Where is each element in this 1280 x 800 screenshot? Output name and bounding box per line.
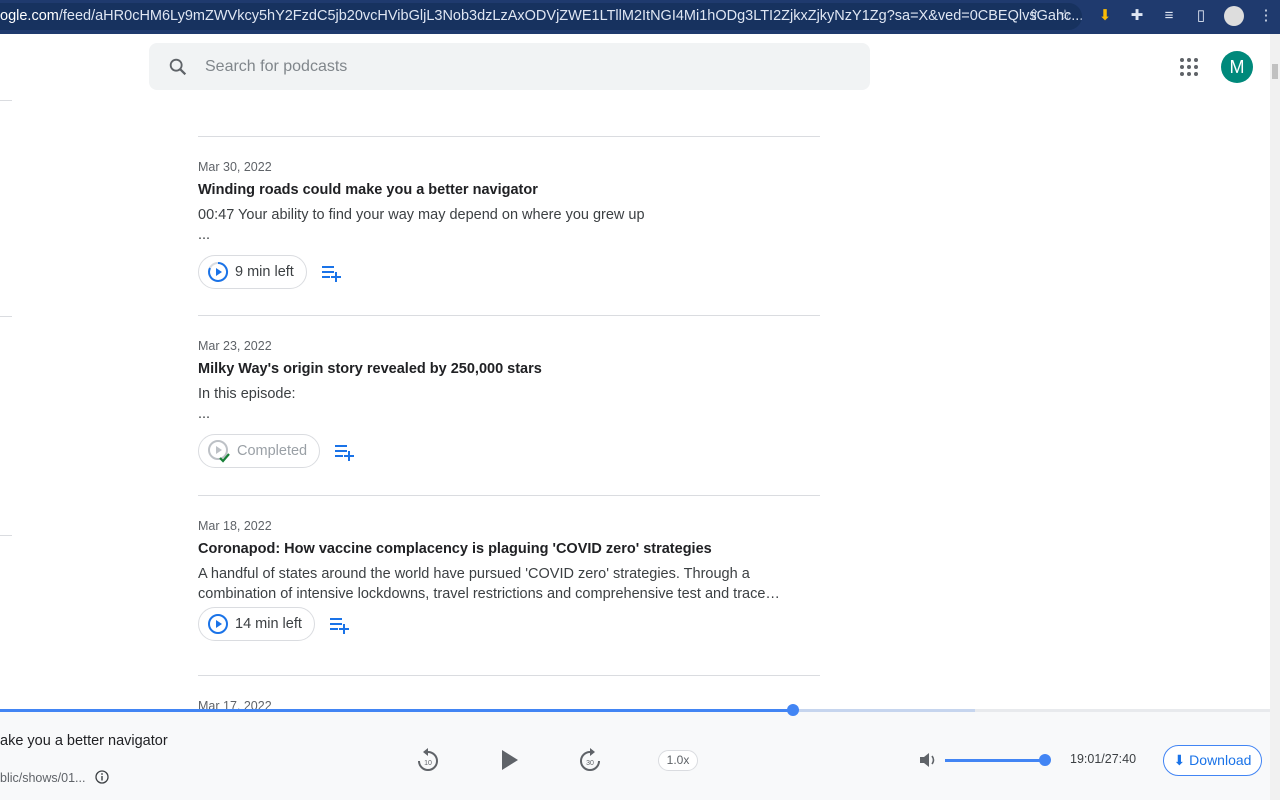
- player-title: ake you a better navigator: [0, 733, 168, 749]
- scrollbar[interactable]: [1270, 34, 1280, 800]
- divider: [198, 675, 820, 676]
- profile-icon[interactable]: [1224, 6, 1244, 26]
- episode-date: Mar 23, 2022: [198, 339, 272, 353]
- episode-title[interactable]: Winding roads could make you a better na…: [198, 182, 820, 202]
- divider: [0, 316, 12, 317]
- episode-date: Mar 30, 2022: [198, 160, 272, 174]
- status-label: 14 min left: [235, 616, 302, 632]
- download-button[interactable]: ⬇ Download: [1163, 745, 1262, 776]
- volume-handle[interactable]: [1039, 754, 1051, 766]
- play-episode-button[interactable]: Completed: [198, 434, 321, 468]
- download-label: Download: [1189, 752, 1252, 768]
- episode-title[interactable]: Milky Way's origin story revealed by 250…: [198, 361, 820, 381]
- apps-grid-icon[interactable]: [1178, 56, 1200, 78]
- menu-icon[interactable]: ⋮: [1256, 6, 1276, 26]
- divider: [0, 100, 12, 101]
- seek-played: [0, 709, 794, 712]
- player-subtitle-text: blic/shows/01...: [0, 771, 86, 785]
- media-icon[interactable]: ≡: [1159, 6, 1179, 26]
- play-progress-icon: [208, 614, 228, 634]
- address-bar[interactable]: ogle.com/feed/aHR0cHM6Ly9mZWVkcy5hY2FzdC…: [0, 3, 1082, 30]
- svg-text:10: 10: [424, 760, 432, 767]
- add-to-queue-icon[interactable]: [319, 260, 343, 284]
- completed-icon: [208, 440, 230, 463]
- url-domain: ogle.com: [0, 8, 59, 24]
- episode-more: ...: [198, 406, 211, 422]
- play-progress-icon: [208, 261, 229, 282]
- player-subtitle: blic/shows/01...: [0, 770, 109, 785]
- divider: [198, 136, 820, 137]
- play-icon[interactable]: [500, 749, 520, 771]
- forward-30-icon[interactable]: 30: [578, 747, 602, 773]
- playback-speed-button[interactable]: 1.0x: [658, 750, 698, 771]
- episode-item[interactable]: Mar 23, 2022 Milky Way's origin story re…: [198, 339, 820, 468]
- add-to-queue-icon[interactable]: [332, 439, 356, 463]
- status-label: 9 min left: [235, 264, 294, 280]
- status-label: Completed: [237, 443, 308, 459]
- url-path: /feed/aHR0cHM6Ly9mZWVkcy5hY2FzdC5jb20vcH…: [58, 8, 1082, 24]
- episode-description: A handful of states around the world hav…: [198, 566, 780, 602]
- rewind-10-icon[interactable]: 10: [416, 747, 440, 773]
- download-extension-icon[interactable]: ⬇: [1095, 6, 1115, 26]
- avatar[interactable]: M: [1221, 51, 1253, 83]
- episode-description: 00:47 Your ability to find your way may …: [198, 207, 645, 223]
- volume-icon[interactable]: [918, 751, 938, 769]
- search-input[interactable]: [205, 43, 805, 90]
- download-icon: ⬇: [1173, 752, 1186, 768]
- episode-title[interactable]: Coronapod: How vaccine complacency is pl…: [198, 541, 820, 561]
- divider: [0, 535, 12, 536]
- search-icon[interactable]: [167, 56, 189, 78]
- search-bar: [149, 43, 870, 90]
- svg-text:30: 30: [586, 760, 594, 767]
- browser-toolbar: ogle.com/feed/aHR0cHM6Ly9mZWVkcy5hY2FzdC…: [0, 0, 1280, 34]
- divider: [198, 495, 820, 496]
- share-icon[interactable]: ⇪: [1024, 6, 1044, 26]
- play-episode-button[interactable]: 9 min left: [198, 255, 307, 289]
- playback-time: 19:01/27:40: [1070, 752, 1137, 766]
- star-icon[interactable]: ☆: [1055, 6, 1075, 26]
- episode-date: Mar 18, 2022: [198, 519, 272, 533]
- scrollbar-thumb[interactable]: [1272, 64, 1278, 79]
- episode-item[interactable]: Mar 18, 2022 Coronapod: How vaccine comp…: [198, 519, 820, 641]
- extensions-icon[interactable]: ✚: [1127, 6, 1147, 26]
- divider: [198, 315, 820, 316]
- info-icon[interactable]: [95, 770, 109, 784]
- episode-item[interactable]: Mar 30, 2022 Winding roads could make yo…: [198, 160, 820, 289]
- play-episode-button[interactable]: 14 min left: [198, 607, 315, 641]
- episode-description: In this episode:: [198, 386, 296, 402]
- sidepanel-icon[interactable]: ▯: [1191, 6, 1211, 26]
- add-to-queue-icon[interactable]: [327, 612, 351, 636]
- volume-slider[interactable]: [945, 759, 1045, 762]
- episode-more: ...: [198, 227, 211, 243]
